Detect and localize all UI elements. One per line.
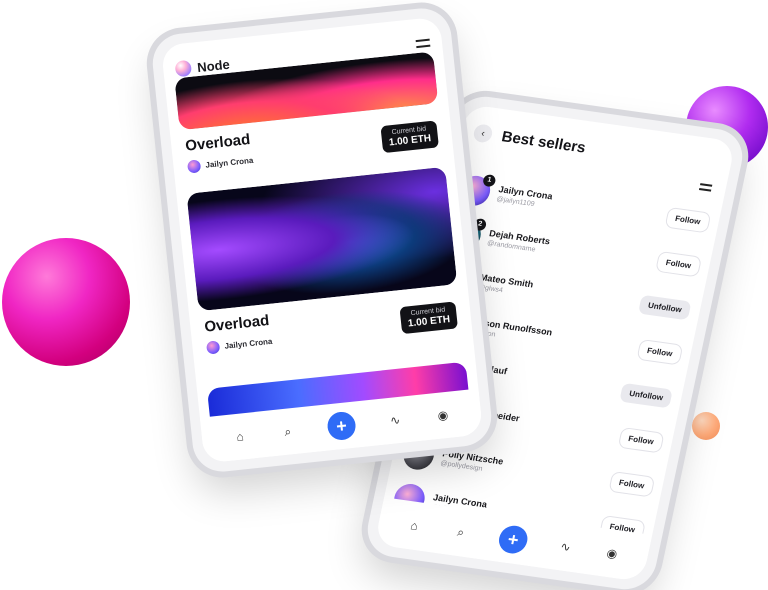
feed-screen: Node Overload Jailyn Crona Current bid 1…	[160, 16, 484, 464]
hero-illustration: ‹ Best sellers 1 Jailyn Crona @jailyn110…	[0, 0, 768, 590]
follow-button[interactable]: Follow	[665, 207, 711, 233]
menu-icon[interactable]	[415, 38, 431, 49]
best-sellers-header: ‹ Best sellers	[472, 121, 721, 177]
activity-icon[interactable]: ∿	[556, 538, 575, 556]
home-icon[interactable]: ⌂	[231, 428, 249, 446]
avatar	[186, 159, 202, 174]
nft-title: Overload	[203, 312, 271, 336]
create-button[interactable]: +	[326, 410, 357, 442]
activity-icon[interactable]: ∿	[386, 412, 404, 430]
search-icon[interactable]: ⌕	[279, 423, 297, 441]
app-name: Node	[196, 56, 231, 75]
follow-button[interactable]: Follow	[637, 340, 683, 365]
chevron-left-icon: ‹	[480, 127, 486, 140]
unfollow-button[interactable]: Unfollow	[619, 382, 673, 409]
profile-icon[interactable]: ◉	[434, 407, 452, 425]
magenta-sphere	[2, 238, 130, 366]
nft-title: Overload	[184, 131, 252, 155]
unfollow-button[interactable]: Unfollow	[638, 294, 692, 321]
menu-icon[interactable]	[698, 183, 713, 192]
search-icon[interactable]: ⌕	[451, 523, 470, 541]
back-button[interactable]: ‹	[472, 123, 494, 144]
logo-icon	[174, 59, 193, 78]
page-title: Best sellers	[500, 127, 588, 157]
rank-badge: 2	[472, 217, 488, 231]
avatar	[205, 340, 221, 355]
create-button[interactable]: +	[496, 523, 531, 556]
follow-button[interactable]: Follow	[655, 251, 701, 277]
profile-icon[interactable]: ◉	[602, 545, 621, 563]
home-icon[interactable]: ⌂	[405, 517, 424, 535]
follow-button[interactable]: Follow	[609, 472, 655, 497]
rank-badge: 1	[482, 173, 497, 187]
creator-name: Jailyn Crona	[205, 155, 254, 170]
current-bid-badge[interactable]: Current bid 1.00 ETH	[380, 120, 439, 154]
phone-feed: Node Overload Jailyn Crona Current bid 1…	[149, 5, 495, 475]
follow-button[interactable]: Follow	[618, 428, 664, 453]
nft-card[interactable]: Overload Jailyn Crona Current bid 1.00 E…	[186, 166, 465, 383]
creator-name: Jailyn Crona	[224, 336, 273, 351]
current-bid-badge[interactable]: Current bid 1.00 ETH	[399, 301, 458, 335]
orange-sphere	[692, 412, 720, 440]
